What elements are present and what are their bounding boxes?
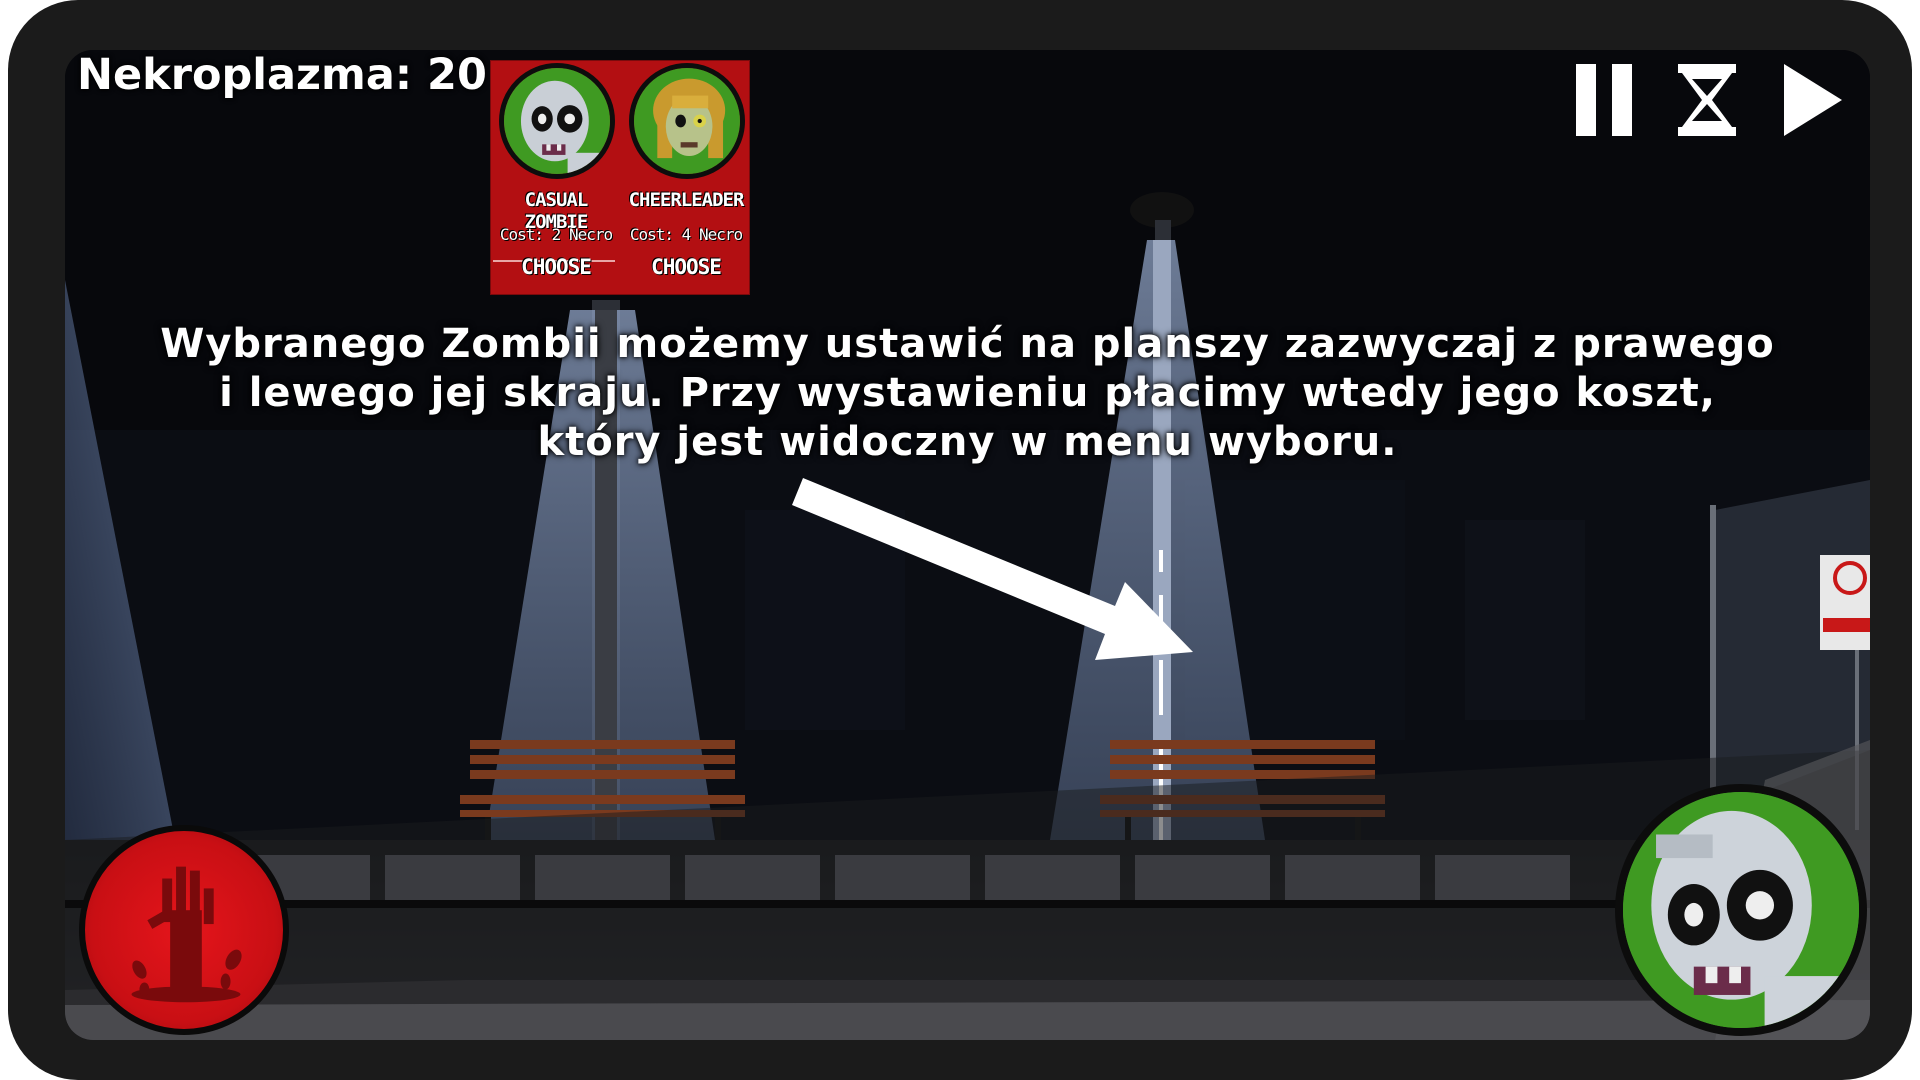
selected-zombie-button[interactable]: [1615, 784, 1867, 1036]
card-cost: Cost: 4 Necro: [629, 225, 743, 244]
pause-button[interactable]: [1574, 60, 1636, 140]
card-name: CHEERLEADER: [628, 189, 745, 211]
play-icon: [1784, 64, 1842, 136]
choose-cheerleader-button[interactable]: CHOOSE: [621, 255, 751, 279]
casual-zombie-icon: [1623, 792, 1859, 1028]
pause-icon: [1576, 64, 1632, 136]
zombie-hand-icon: [131, 866, 242, 1003]
game-controls: [1544, 60, 1844, 140]
device-frame: Nekroplazma: 20 CASUAL ZOMBIE Cost: 2 Ne…: [8, 0, 1912, 1080]
nekroplazma-counter: Nekroplazma: 20: [77, 50, 487, 100]
zombie-hand-ability-button[interactable]: [79, 825, 289, 1035]
zombie-chooser-panel: CASUAL ZOMBIE Cost: 2 Necro CHOOSE CHEER…: [490, 60, 750, 295]
zombie-card-casual[interactable]: CASUAL ZOMBIE Cost: 2 Necro CHOOSE: [491, 61, 621, 296]
play-button[interactable]: [1780, 60, 1844, 140]
tutorial-message: Wybranego Zombii możemy ustawić na plans…: [65, 320, 1870, 467]
card-cost: Cost: 2 Necro: [499, 225, 613, 244]
speed-button[interactable]: [1676, 60, 1738, 140]
tutorial-line: Wybranego Zombii możemy ustawić na plans…: [160, 321, 1775, 367]
cheerleader-zombie-icon: [629, 63, 745, 179]
night-park-background: [65, 50, 1870, 1040]
game-screen[interactable]: Nekroplazma: 20 CASUAL ZOMBIE Cost: 2 Ne…: [65, 50, 1870, 1040]
zombie-card-cheerleader[interactable]: CHEERLEADER Cost: 4 Necro CHOOSE: [621, 61, 751, 296]
hourglass-icon: [1678, 64, 1736, 136]
tutorial-line: który jest widoczny w menu wyboru.: [537, 419, 1398, 465]
choose-casual-zombie-button[interactable]: CHOOSE: [491, 255, 621, 279]
casual-zombie-icon: [499, 63, 615, 179]
tutorial-line: i lewego jej skraju. Przy wystawieniu pł…: [219, 370, 1716, 416]
